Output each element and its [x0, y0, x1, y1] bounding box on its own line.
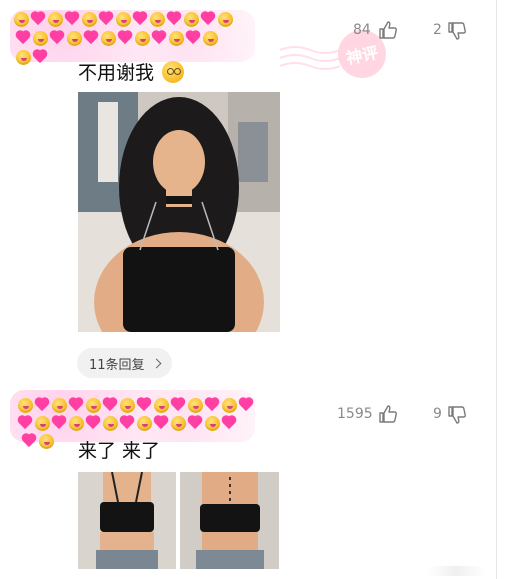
emoji-row [16, 31, 218, 46]
photo-drawing [180, 472, 279, 569]
thinking-emoji-icon [162, 61, 185, 83]
stamp-label: 神评 [344, 42, 380, 69]
comment-photo-back[interactable] [180, 472, 279, 569]
right-divider [496, 0, 497, 579]
comment-text: 不用谢我 [78, 58, 185, 85]
replies-label: 11条回复 [89, 357, 145, 373]
watermark [426, 566, 486, 576]
thumbs-down-icon[interactable] [447, 21, 467, 41]
comment-2: 1595 9 来了 来了 [0, 390, 496, 579]
emoji-row [18, 398, 254, 413]
emoji-row [14, 12, 233, 27]
comment-text: 来了 来了 [78, 436, 160, 463]
thumbs-up-icon[interactable] [378, 404, 398, 424]
chevron-right-icon [151, 358, 161, 368]
stamp-postmark-lines [280, 46, 340, 70]
comment-photo[interactable] [78, 92, 280, 332]
photo-drawing [78, 92, 280, 332]
thumbs-up-icon[interactable] [378, 20, 398, 40]
photo-drawing [78, 472, 176, 569]
comment-text-value: 不用谢我 [78, 62, 155, 84]
emoji-row [18, 416, 237, 431]
comment-1: 神评 84 2 不用谢我 11条回复 [0, 0, 496, 390]
emoji-row [16, 50, 48, 65]
dislike-count: 9 [433, 406, 442, 422]
comment-photo-front[interactable] [78, 472, 176, 569]
like-count: 1595 [337, 406, 373, 422]
comment-text-value: 来了 来了 [78, 440, 161, 462]
emoji-row [22, 434, 54, 449]
like-count: 84 [353, 22, 371, 38]
view-replies-button[interactable]: 11条回复 [77, 348, 172, 378]
dislike-count: 2 [433, 22, 442, 38]
thumbs-down-icon[interactable] [447, 405, 467, 425]
